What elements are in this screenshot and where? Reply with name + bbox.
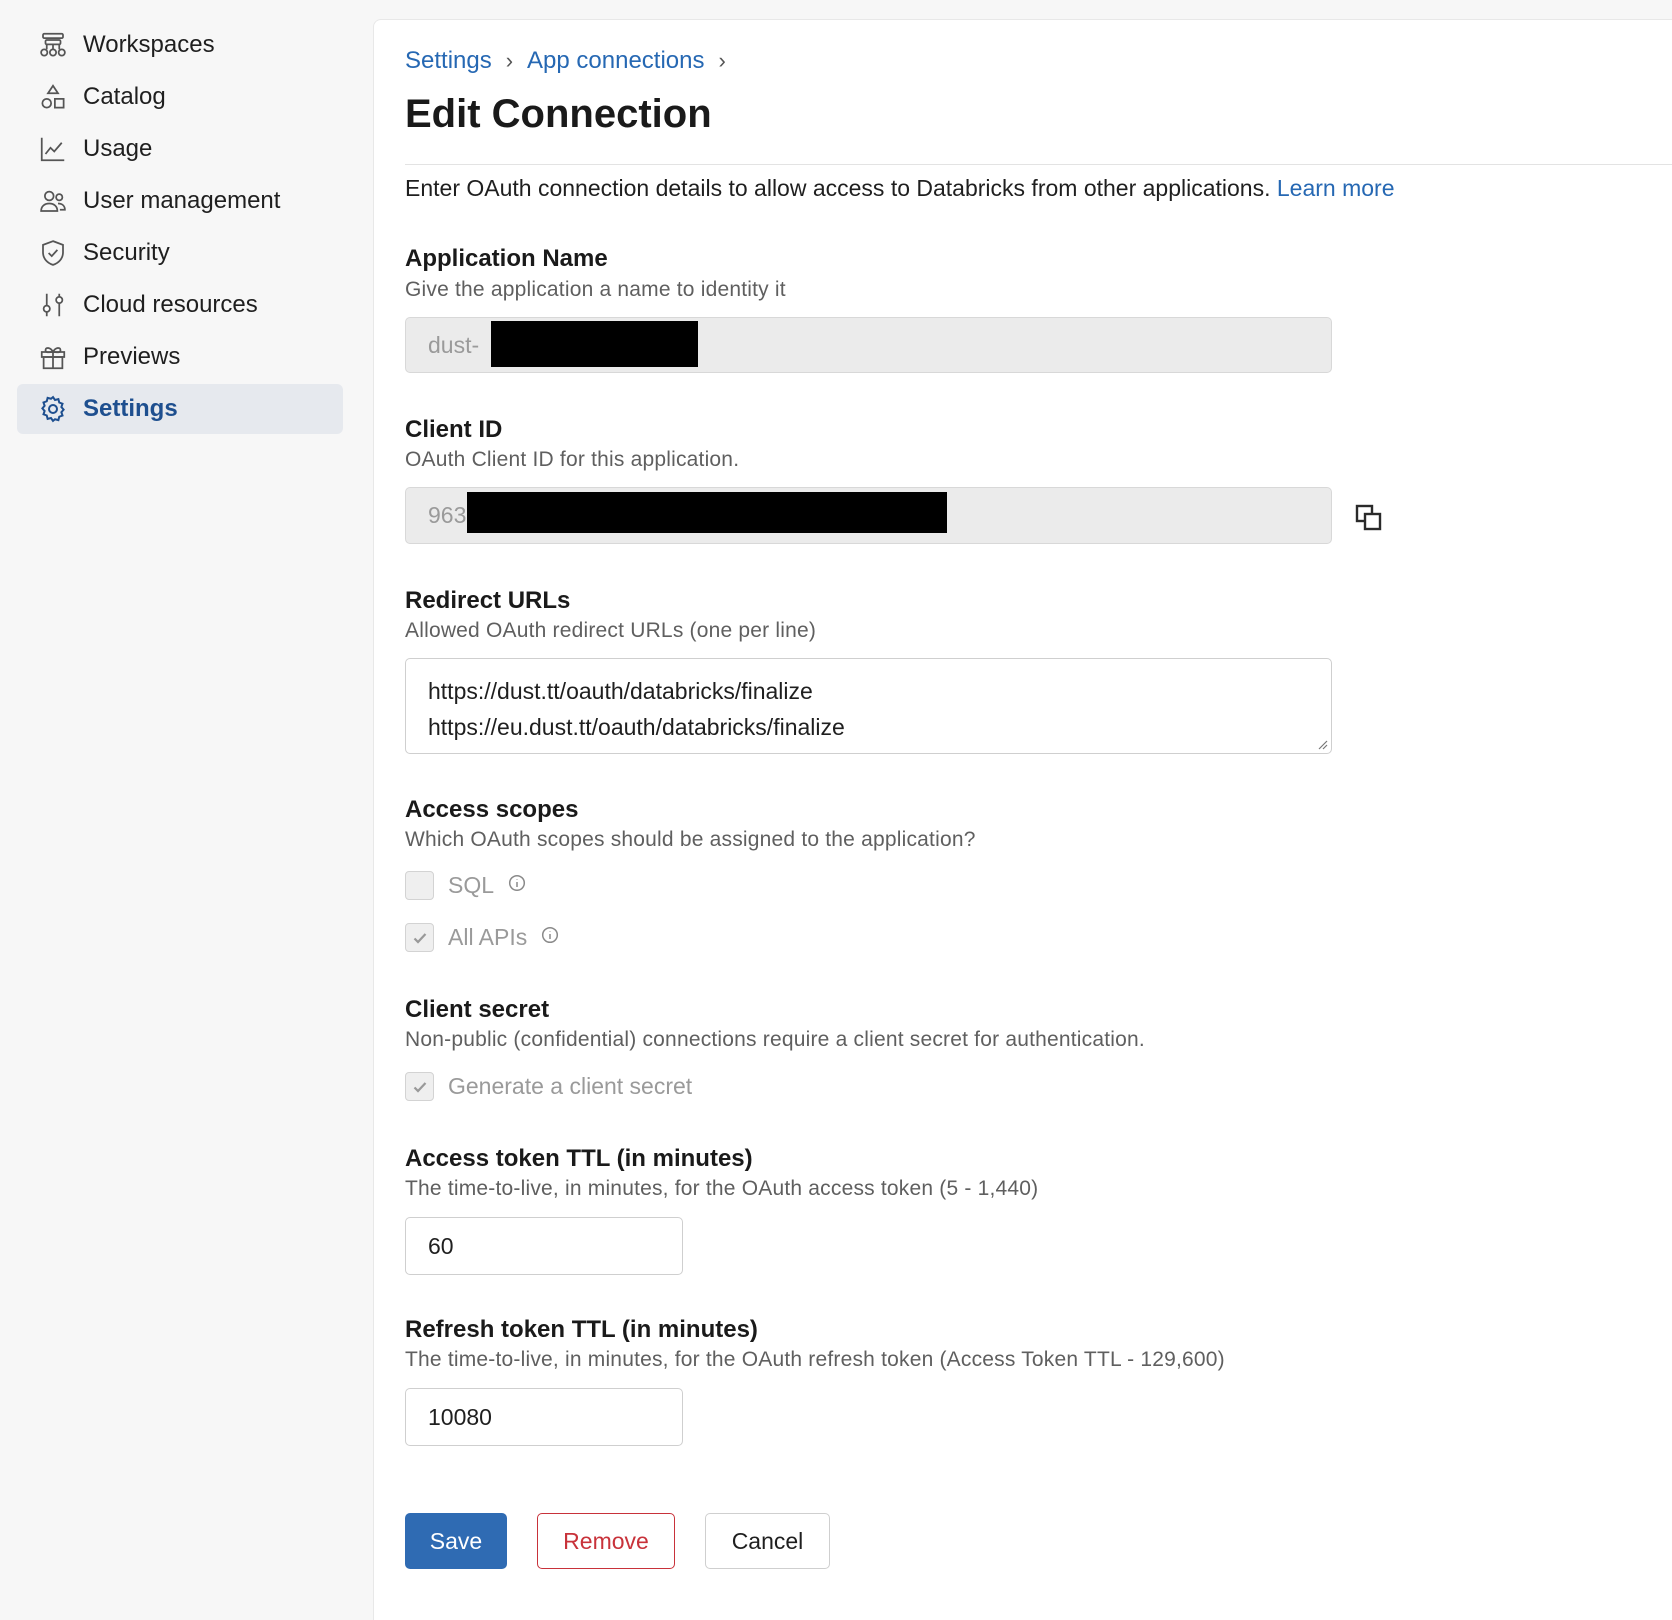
refresh-ttl-label: Refresh token TTL (in minutes) (405, 1316, 758, 1343)
scope-sql-checkbox[interactable] (405, 871, 434, 900)
learn-more-link[interactable]: Learn more (1277, 175, 1395, 201)
refresh-ttl-help: The time-to-live, in minutes, for the OA… (405, 1348, 1225, 1371)
remove-button[interactable]: Remove (537, 1513, 675, 1569)
access-scopes-label: Access scopes (405, 796, 579, 823)
generate-secret-label: Generate a client secret (448, 1073, 693, 1099)
app-name-help: Give the application a name to identity … (405, 278, 786, 301)
refresh-ttl-value: 10080 (428, 1403, 492, 1430)
cancel-button[interactable]: Cancel (705, 1513, 830, 1569)
generate-secret-option[interactable]: Generate a client secret (405, 1072, 692, 1101)
refresh-ttl-input[interactable]: 10080 (405, 1388, 683, 1446)
gear-icon (37, 393, 69, 425)
client-secret-help: Non-public (confidential) connections re… (405, 1028, 1145, 1051)
info-icon[interactable] (508, 874, 526, 897)
sidebar-item-label: Workspaces (83, 31, 215, 58)
breadcrumb-app-connections-link[interactable]: App connections (527, 47, 704, 75)
app-name-value: dust- (428, 331, 480, 358)
generate-secret-checkbox[interactable] (405, 1072, 434, 1101)
sidebar-item-label: Catalog (83, 83, 166, 110)
chevron-right-icon: › (505, 48, 514, 73)
usage-chart-icon (37, 133, 69, 165)
gift-icon (37, 341, 69, 373)
sidebar: Workspaces Catalog Usage User management… (0, 0, 370, 1614)
breadcrumb: Settings › App connections › (405, 47, 726, 75)
redirect-urls-label: Redirect URLs (405, 587, 571, 614)
access-ttl-label: Access token TTL (in minutes) (405, 1145, 753, 1172)
scope-all-apis-checkbox[interactable] (405, 923, 434, 952)
redaction-block (467, 492, 947, 533)
sidebar-item-previews[interactable]: Previews (17, 332, 343, 382)
chevron-right-icon: › (718, 48, 726, 73)
sidebar-item-usage[interactable]: Usage (17, 124, 343, 174)
sidebar-item-label: Security (83, 239, 170, 266)
client-secret-label: Client secret (405, 996, 550, 1023)
client-id-field[interactable]: 963 (405, 487, 1332, 544)
redirect-url-line: https://dust.tt/oauth/databricks/finaliz… (428, 678, 813, 704)
app-name-label: Application Name (405, 245, 608, 272)
catalog-icon (37, 81, 69, 113)
checkmark-icon (413, 932, 426, 944)
access-ttl-help: The time-to-live, in minutes, for the OA… (405, 1177, 1039, 1200)
page-title: Edit Connection (405, 92, 712, 136)
sidebar-item-label: Usage (83, 135, 153, 162)
breadcrumb-settings-link[interactable]: Settings (405, 47, 492, 75)
intro-text: Enter OAuth connection details to allow … (405, 175, 1395, 202)
sidebar-item-user-management[interactable]: User management (17, 176, 343, 226)
sidebar-item-label: Previews (83, 343, 181, 370)
client-id-label: Client ID (405, 416, 503, 443)
sidebar-item-workspaces[interactable]: Workspaces (17, 20, 343, 70)
access-ttl-input[interactable]: 60 (405, 1217, 683, 1275)
client-id-help: OAuth Client ID for this application. (405, 448, 740, 471)
header-divider (405, 164, 1672, 165)
main-panel: Settings › App connections › Edit Connec… (373, 19, 1672, 1620)
checkmark-icon (413, 1081, 426, 1093)
sidebar-item-label: User management (83, 187, 281, 214)
sliders-icon (37, 289, 69, 321)
scope-sql-label: SQL (448, 872, 495, 898)
resize-handle-icon[interactable] (1316, 738, 1328, 750)
users-icon (37, 185, 69, 217)
shield-icon (37, 237, 69, 269)
scope-all-apis-option[interactable]: All APIs (405, 923, 559, 952)
sidebar-item-catalog[interactable]: Catalog (17, 72, 343, 122)
info-icon[interactable] (541, 926, 559, 949)
client-id-value: 963 (428, 502, 467, 528)
redirect-urls-help: Allowed OAuth redirect URLs (one per lin… (405, 619, 817, 642)
sidebar-item-label: Cloud resources (83, 291, 258, 318)
access-scopes-help: Which OAuth scopes should be assigned to… (405, 828, 976, 851)
sidebar-item-settings[interactable]: Settings (17, 384, 343, 434)
sidebar-item-cloud-resources[interactable]: Cloud resources (17, 280, 343, 330)
app-name-field[interactable]: dust- (405, 317, 1332, 373)
sidebar-item-label: Settings (83, 395, 178, 422)
redirect-urls-textarea[interactable]: https://dust.tt/oauth/databricks/finaliz… (405, 658, 1332, 754)
redirect-url-line: https://eu.dust.tt/oauth/databricks/fina… (428, 714, 845, 740)
access-ttl-value: 60 (428, 1232, 454, 1259)
sidebar-item-security[interactable]: Security (17, 228, 343, 278)
scope-sql-option[interactable]: SQL (405, 871, 526, 900)
scope-all-apis-label: All APIs (448, 924, 528, 950)
redaction-block (491, 321, 698, 367)
copy-icon[interactable] (1354, 503, 1384, 533)
save-button[interactable]: Save (405, 1513, 507, 1569)
workspaces-icon (37, 29, 69, 61)
intro-description: Enter OAuth connection details to allow … (405, 175, 1271, 201)
